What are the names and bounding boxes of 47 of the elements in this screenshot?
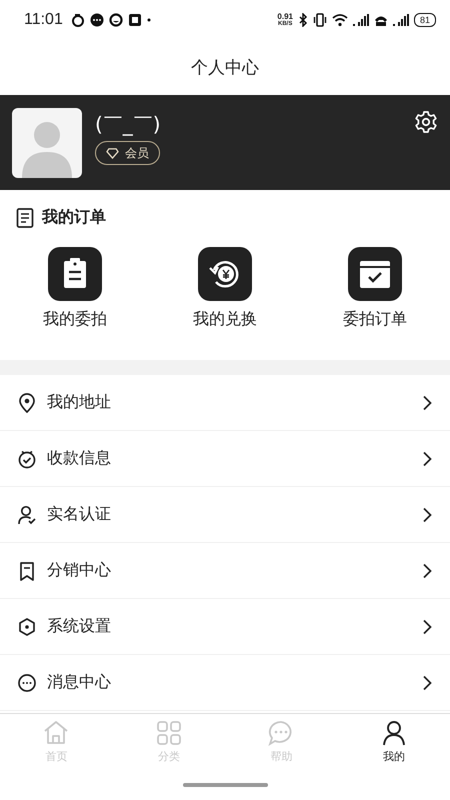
- dot-icon: [146, 18, 151, 22]
- menu-item[interactable]: 消息中心: [0, 655, 450, 711]
- chevron-right-icon: [422, 394, 432, 410]
- menu-item[interactable]: 系统设置: [0, 599, 450, 655]
- chevron-right-icon: [422, 618, 432, 634]
- yen-exchange-icon[interactable]: [198, 247, 252, 301]
- page-title: 个人中心: [191, 57, 259, 79]
- circle-app-icon: [108, 13, 123, 27]
- wifi-icon: [332, 13, 348, 27]
- chevron-right-icon: [422, 674, 432, 690]
- username: (￣_￣): [95, 111, 162, 137]
- menu-item[interactable]: 我的地址: [0, 375, 450, 431]
- clock-time: 11:01: [24, 11, 63, 29]
- chevron-right-icon: [422, 562, 432, 578]
- chat-bubble-icon: [90, 13, 104, 27]
- signal-icon: [352, 13, 369, 27]
- order-label[interactable]: 委拍订单: [343, 309, 407, 330]
- battery-level: 81: [420, 16, 430, 24]
- chat-bubble-icon: [17, 672, 37, 692]
- square-app-icon: [128, 13, 142, 27]
- vibrate-icon: [312, 13, 327, 27]
- member-badge: 会员: [95, 141, 160, 165]
- bookmark-list-icon: [17, 560, 37, 580]
- clock-check-icon: [17, 448, 37, 468]
- menu-item[interactable]: 收款信息: [0, 431, 450, 487]
- location-pin-icon: [17, 392, 37, 412]
- home-indicator[interactable]: [182, 782, 268, 786]
- menu-item[interactable]: 实名认证: [0, 487, 450, 543]
- signal-icon: [392, 13, 409, 27]
- bluetooth-icon: [298, 13, 308, 27]
- diamond-icon: [106, 148, 119, 158]
- user-check-icon: [17, 504, 37, 524]
- section-title: 我的订单: [42, 207, 106, 228]
- chevron-right-icon: [422, 506, 432, 522]
- tab[interactable]: 我的: [338, 714, 450, 769]
- order-label[interactable]: 我的委拍: [43, 309, 107, 330]
- calendar-check-icon[interactable]: [348, 247, 402, 301]
- settings-icon[interactable]: [414, 110, 438, 134]
- network-speed: 0.91: [277, 13, 293, 21]
- home-icon: [42, 719, 70, 747]
- menu-item[interactable]: 分销中心: [0, 543, 450, 599]
- hexagon-icon: [17, 616, 37, 636]
- clipboard-icon[interactable]: [48, 247, 102, 301]
- grid-icon: [154, 719, 183, 747]
- order-label[interactable]: 我的兑换: [193, 309, 257, 330]
- document-icon: [16, 208, 34, 228]
- chevron-right-icon: [422, 450, 432, 466]
